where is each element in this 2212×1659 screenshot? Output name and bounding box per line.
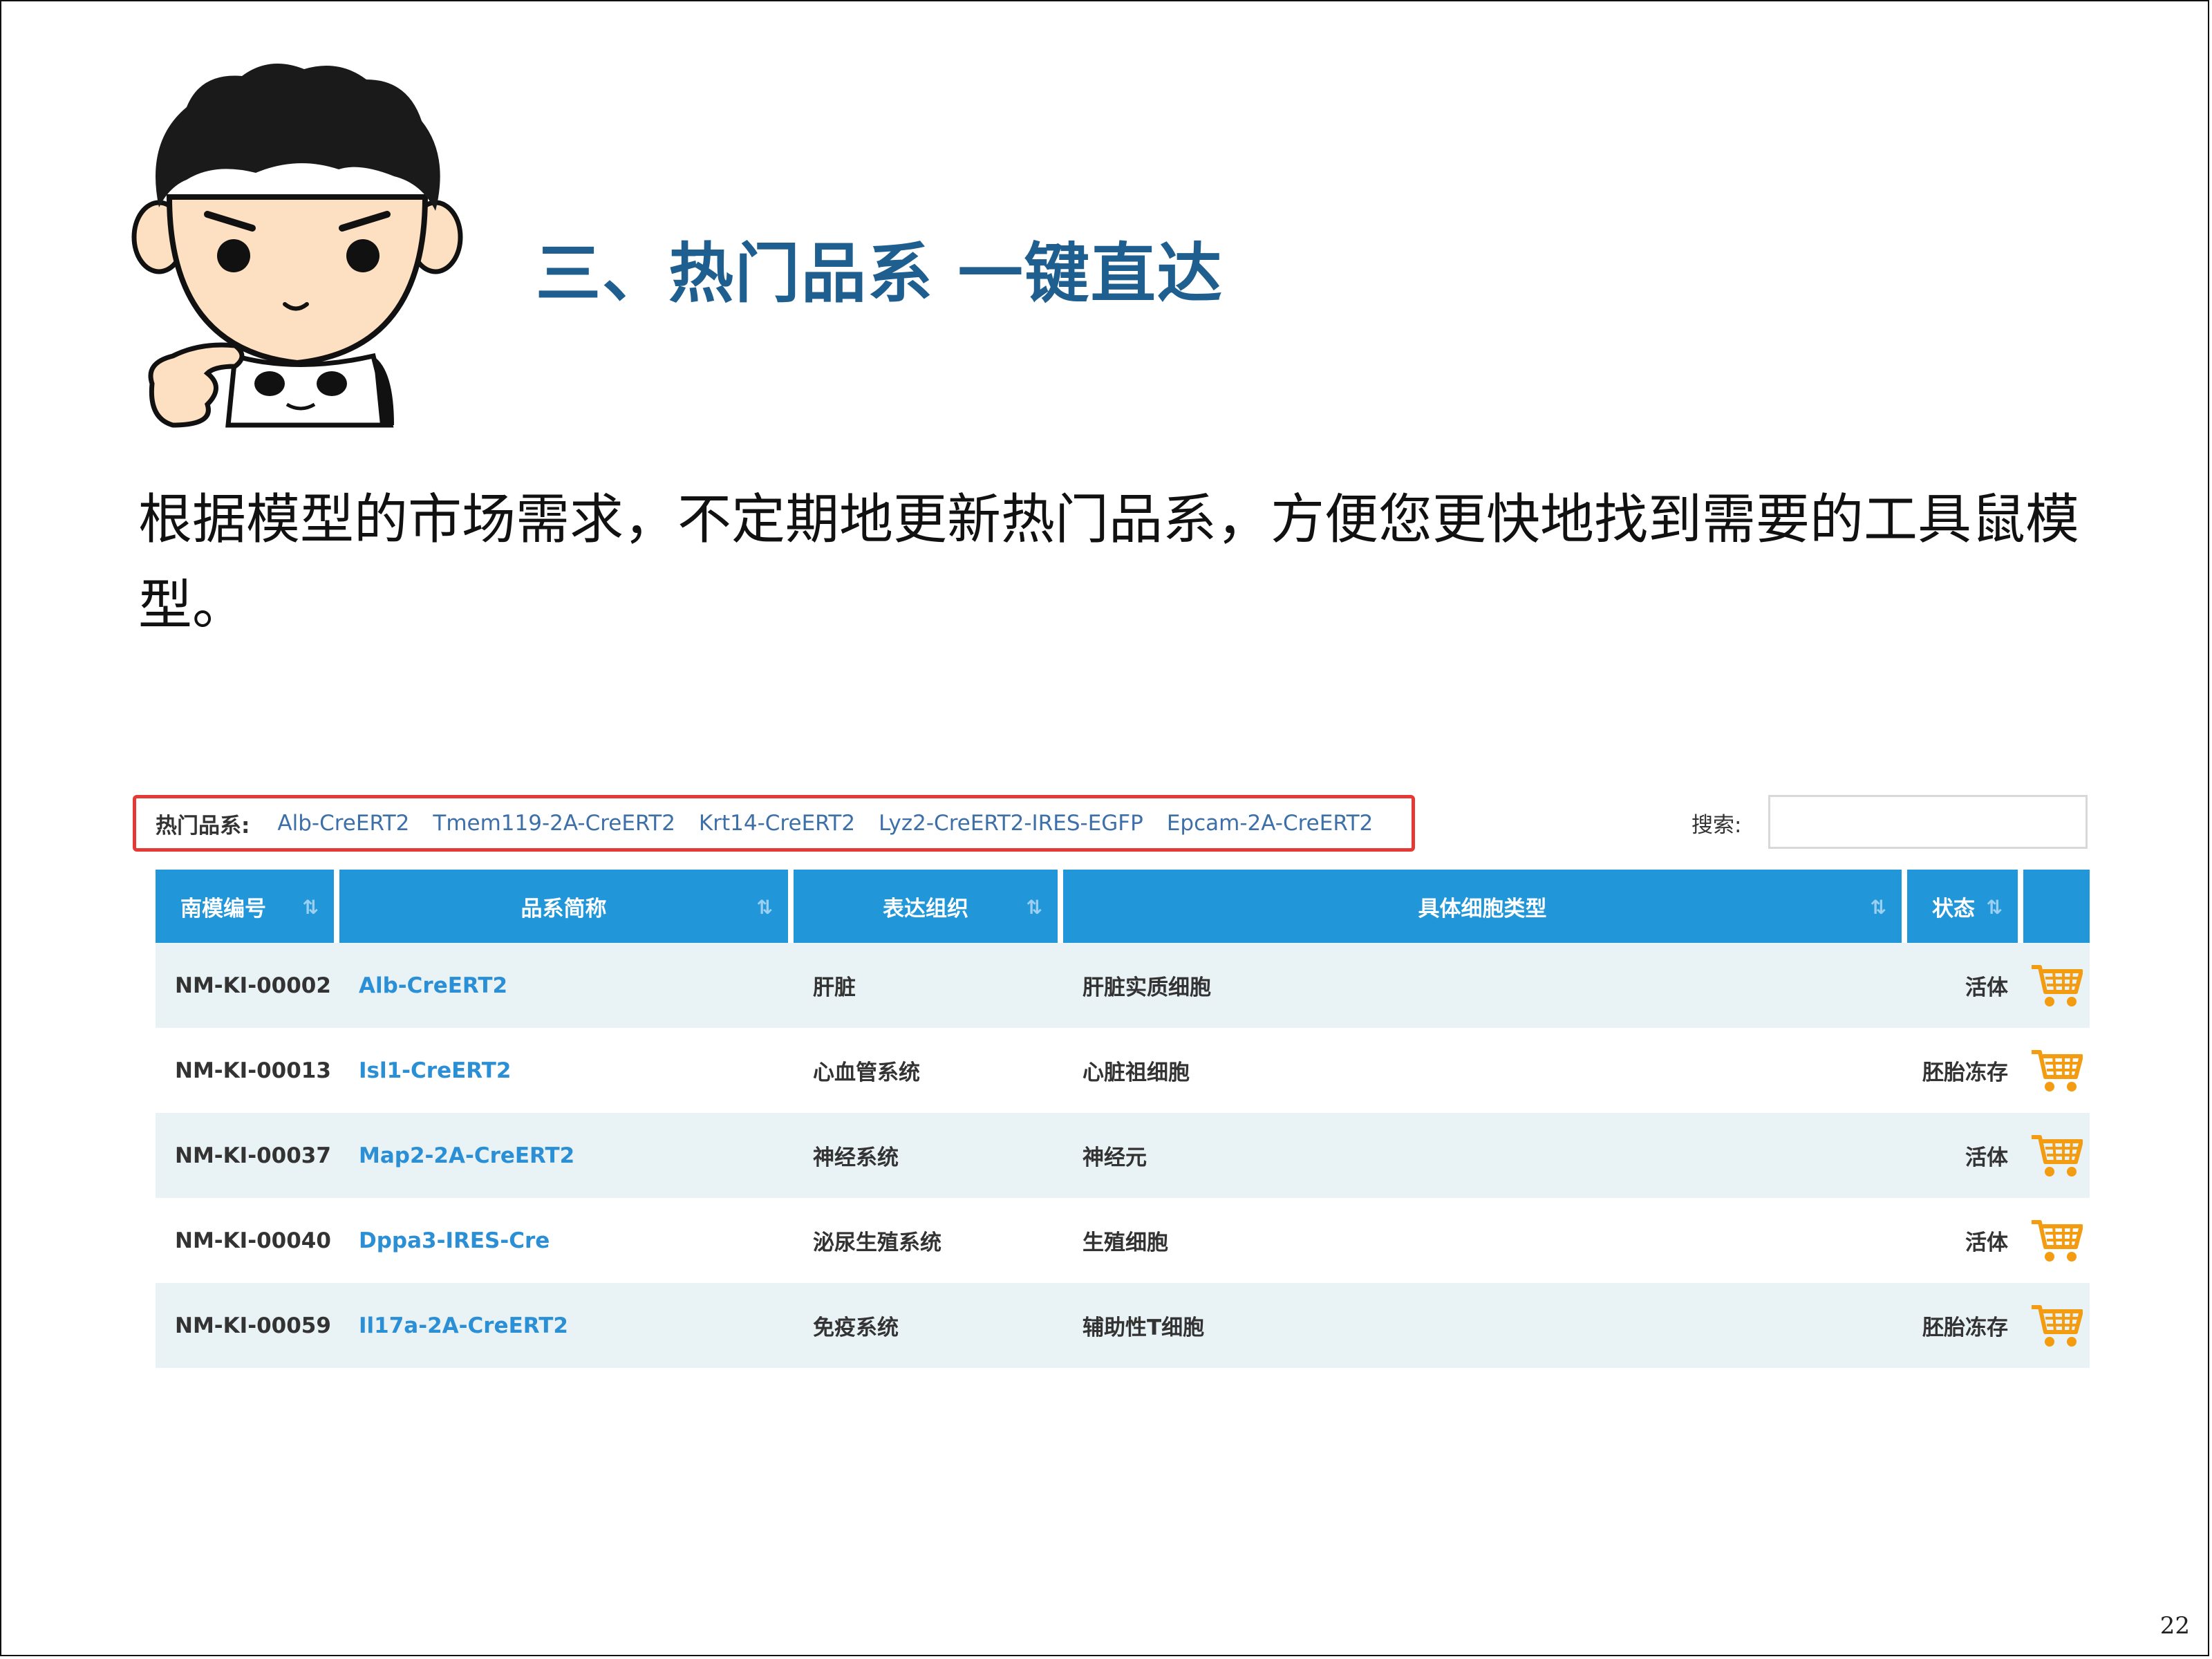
hot-strain-link[interactable]: Lyz2-CreERT2-IRES-EGFP — [879, 811, 1143, 836]
table-row: NM-KI-00040 Dppa3-IRES-Cre 泌尿生殖系统 生殖细胞 活体 — [156, 1198, 2090, 1283]
strain-id: NM-KI-00040 — [175, 1228, 331, 1253]
hot-strains-bar: 热门品系: Alb-CreERT2 Tmem119-2A-CreERT2 Krt… — [133, 795, 1415, 852]
strain-id: NM-KI-00002 — [175, 973, 331, 998]
search-input[interactable] — [1768, 795, 2088, 849]
page-number: 22 — [2159, 1612, 2190, 1640]
column-header-state[interactable]: 状态 ⇅ — [1907, 870, 2023, 943]
cell-type-cell: 辅助性T细胞 — [1082, 1315, 1205, 1340]
column-header-cart — [2023, 870, 2090, 943]
cell-type-cell: 肝脏实质细胞 — [1082, 975, 1211, 1000]
table-body: NM-KI-00002 Alb-CreERT2 肝脏 肝脏实质细胞 活体 NM-KI-00… — [156, 943, 2090, 1368]
sort-icon: ⇅ — [1986, 896, 2003, 919]
tissue-cell: 肝脏 — [813, 975, 856, 1000]
hot-strain-link[interactable]: Alb-CreERT2 — [277, 811, 409, 836]
hot-strains-label: 热门品系: — [156, 813, 250, 838]
page-title: 三、热门品系 一键直达 — [536, 236, 1224, 312]
shopping-cart-icon[interactable] — [2023, 1047, 2090, 1095]
description-text: 根据模型的市场需求，不定期地更新热门品系，方便您更快地找到需要的工具鼠模型。 — [138, 489, 2080, 637]
column-header-tissue[interactable]: 表达组织 ⇅ — [794, 870, 1063, 943]
hot-strain-link[interactable]: Krt14-CreERT2 — [699, 811, 855, 836]
hot-strain-link[interactable]: Epcam-2A-CreERT2 — [1167, 811, 1373, 836]
table-row: NM-KI-00037 Map2-2A-CreERT2 神经系统 神经元 活体 — [156, 1113, 2090, 1198]
cell-type-cell: 心脏祖细胞 — [1082, 1060, 1190, 1085]
column-header-id[interactable]: 南模编号 ⇅ — [156, 870, 339, 943]
cartoon-avatar — [131, 64, 463, 428]
shopping-cart-icon[interactable] — [2023, 1132, 2090, 1180]
sort-icon: ⇅ — [302, 896, 319, 919]
sort-icon: ⇅ — [1870, 896, 1886, 919]
strain-name-link[interactable]: Isl1-CreERT2 — [339, 1058, 794, 1083]
table-header-row: 南模编号 ⇅ 品系简称 ⇅ 表达组织 ⇅ 具体细胞类型 ⇅ 状态 ⇅ — [156, 870, 2090, 943]
shopping-cart-icon[interactable] — [2023, 1217, 2090, 1265]
strain-id: NM-KI-00013 — [175, 1058, 331, 1083]
strain-name-link[interactable]: Il17a-2A-CreERT2 — [339, 1313, 794, 1338]
tissue-cell: 神经系统 — [813, 1145, 899, 1170]
shopping-cart-icon[interactable] — [2023, 1302, 2090, 1350]
strain-name-link[interactable]: Map2-2A-CreERT2 — [339, 1143, 794, 1168]
table-row: NM-KI-00059 Il17a-2A-CreERT2 免疫系统 辅助性T细胞 胚胎冻… — [156, 1283, 2090, 1368]
table-row: NM-KI-00002 Alb-CreERT2 肝脏 肝脏实质细胞 活体 — [156, 943, 2090, 1028]
column-header-label: 品系简称 — [521, 896, 607, 921]
state-cell: 胚胎冻存 — [1922, 1315, 2008, 1340]
tissue-cell: 免疫系统 — [813, 1315, 899, 1340]
state-cell: 活体 — [1965, 1230, 2008, 1255]
column-header-name[interactable]: 品系简称 ⇅ — [339, 870, 794, 943]
state-cell: 活体 — [1965, 975, 2008, 1000]
strain-name-link[interactable]: Alb-CreERT2 — [339, 973, 794, 998]
sort-icon: ⇅ — [756, 896, 773, 919]
state-cell: 胚胎冻存 — [1922, 1060, 2008, 1085]
strain-id: NM-KI-00037 — [175, 1143, 331, 1168]
cell-type-cell: 生殖细胞 — [1082, 1230, 1168, 1255]
column-header-label: 具体细胞类型 — [1418, 896, 1547, 921]
strain-name-link[interactable]: Dppa3-IRES-Cre — [339, 1228, 794, 1253]
tissue-cell: 心血管系统 — [813, 1060, 920, 1085]
state-cell: 活体 — [1965, 1145, 2008, 1170]
shopping-cart-icon[interactable] — [2023, 962, 2090, 1010]
strain-id: NM-KI-00059 — [175, 1313, 331, 1338]
sort-icon: ⇅ — [1026, 896, 1042, 919]
column-header-label: 表达组织 — [883, 896, 968, 921]
search-label: 搜索: — [1691, 813, 1742, 838]
hot-strain-link[interactable]: Tmem119-2A-CreERT2 — [433, 811, 675, 836]
strain-table: 南模编号 ⇅ 品系简称 ⇅ 表达组织 ⇅ 具体细胞类型 ⇅ 状态 ⇅ NM-KI… — [156, 870, 2090, 1368]
tissue-cell: 泌尿生殖系统 — [813, 1230, 941, 1255]
cell-type-cell: 神经元 — [1082, 1145, 1147, 1170]
column-header-cell-type[interactable]: 具体细胞类型 ⇅ — [1063, 870, 1907, 943]
table-row: NM-KI-00013 Isl1-CreERT2 心血管系统 心脏祖细胞 胚胎冻存 — [156, 1028, 2090, 1113]
